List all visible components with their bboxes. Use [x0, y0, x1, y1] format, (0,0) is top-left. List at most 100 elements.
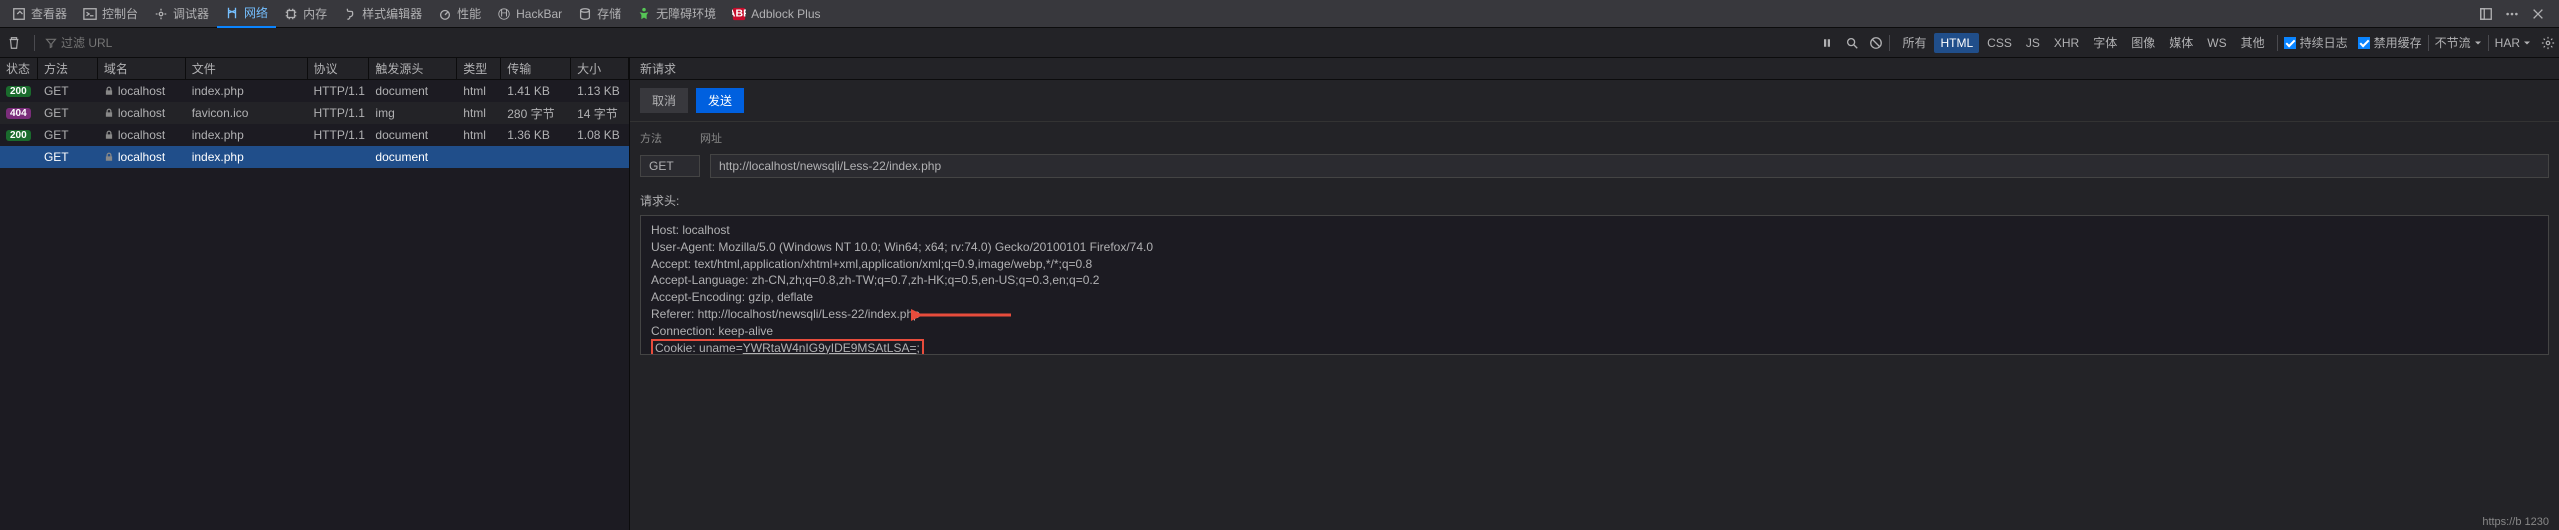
- filter-icon: [45, 37, 57, 49]
- tab-label: Adblock Plus: [751, 7, 820, 21]
- table-row[interactable]: 200GETlocalhostindex.phpHTTP/1.1document…: [0, 80, 629, 102]
- col-size[interactable]: 大小: [571, 58, 629, 79]
- persist-log-label: 持续日志: [2300, 34, 2348, 51]
- method-input[interactable]: [640, 155, 700, 177]
- lock-icon: [104, 108, 114, 118]
- tab-label: HackBar: [516, 7, 562, 21]
- col-type[interactable]: 类型: [457, 58, 501, 79]
- tab-label: 性能: [457, 5, 481, 22]
- filter-type-ws[interactable]: WS: [2201, 33, 2232, 53]
- col-initiator[interactable]: 触发源头: [369, 58, 457, 79]
- header-line: Connection: keep-alive: [651, 323, 2538, 340]
- request-editor-title: 新请求: [630, 58, 2559, 80]
- storage-icon: [578, 7, 592, 21]
- network-tab[interactable]: 网络: [217, 0, 276, 28]
- cookie-label: Cookie: uname=: [655, 341, 743, 355]
- filter-type-all[interactable]: 所有: [1896, 31, 1932, 54]
- gear-icon[interactable]: [2541, 36, 2555, 50]
- filter-bar: 所有 HTML CSS JS XHR 字体 图像 媒体 WS 其他 持续日志 禁…: [0, 28, 2559, 58]
- filter-type-img[interactable]: 图像: [2125, 31, 2161, 54]
- har-label: HAR: [2495, 36, 2520, 50]
- more-button[interactable]: [2503, 5, 2521, 23]
- header-line: User-Agent: Mozilla/5.0 (Windows NT 10.0…: [651, 239, 2538, 256]
- lock-icon: [104, 152, 114, 162]
- performance-icon: [438, 7, 452, 21]
- tab-label: 存储: [597, 5, 621, 22]
- cancel-button[interactable]: 取消: [640, 88, 688, 113]
- throttle-select[interactable]: 不节流: [2435, 34, 2482, 51]
- status-url: https://b 1230: [2482, 516, 2549, 528]
- block-icon[interactable]: [1869, 36, 1883, 50]
- devtools-toolbar: 查看器 控制台 调试器 网络 内存 样式编辑器 性能 H HackBar 存储 …: [0, 0, 2559, 28]
- style-editor-tab[interactable]: 样式编辑器: [335, 0, 430, 28]
- inspector-icon: [12, 7, 26, 21]
- clear-button[interactable]: [4, 33, 24, 53]
- filter-type-js[interactable]: JS: [2020, 33, 2046, 53]
- tab-label: 网络: [244, 4, 268, 21]
- inspector-tab[interactable]: 查看器: [4, 0, 75, 28]
- chevron-down-icon: [2474, 39, 2482, 47]
- disable-cache-label: 禁用缓存: [2374, 34, 2422, 51]
- disable-cache-checkbox[interactable]: 禁用缓存: [2358, 34, 2422, 51]
- debugger-icon: [154, 7, 168, 21]
- filter-type-media[interactable]: 媒体: [2163, 31, 2199, 54]
- persist-log-checkbox[interactable]: 持续日志: [2284, 34, 2348, 51]
- headers-textarea[interactable]: Host: localhostUser-Agent: Mozilla/5.0 (…: [640, 215, 2549, 355]
- network-icon: [225, 6, 239, 20]
- header-line: Accept-Language: zh-CN,zh;q=0.8,zh-TW;q=…: [651, 272, 2538, 289]
- filter-type-font[interactable]: 字体: [2087, 31, 2123, 54]
- filter-type-other[interactable]: 其他: [2235, 31, 2271, 54]
- console-tab[interactable]: 控制台: [75, 0, 146, 28]
- header-line: Accept-Encoding: gzip, deflate: [651, 289, 2538, 306]
- hackbar-tab[interactable]: H HackBar: [489, 0, 570, 28]
- url-input[interactable]: [710, 154, 2549, 178]
- abp-icon: ABP: [732, 7, 746, 21]
- har-menu[interactable]: HAR: [2495, 36, 2531, 50]
- send-button[interactable]: 发送: [696, 88, 744, 113]
- pause-icon[interactable]: [1821, 37, 1833, 49]
- dock-button[interactable]: [2477, 5, 2495, 23]
- table-row[interactable]: 404GETlocalhostfavicon.icoHTTP/1.1imghtm…: [0, 102, 629, 124]
- tab-label: 调试器: [173, 5, 209, 22]
- table-row[interactable]: GETlocalhostindex.phpdocument: [0, 146, 629, 168]
- lock-icon: [104, 130, 114, 140]
- debugger-tab[interactable]: 调试器: [146, 0, 217, 28]
- tab-label: 样式编辑器: [362, 5, 422, 22]
- tab-label: 无障碍环境: [656, 5, 716, 22]
- table-row[interactable]: 200GETlocalhostindex.phpHTTP/1.1document…: [0, 124, 629, 146]
- filter-type-html[interactable]: HTML: [1934, 33, 1979, 53]
- svg-text:H: H: [500, 7, 508, 19]
- lock-icon: [104, 86, 114, 96]
- filter-type-xhr[interactable]: XHR: [2048, 33, 2085, 53]
- table-header: 状态 方法 域名 文件 协议 触发源头 类型 传输 大小: [0, 58, 629, 80]
- filter-input-wrap: [45, 36, 181, 50]
- header-line: Referer: http://localhost/newsqli/Less-2…: [651, 306, 2538, 323]
- performance-tab[interactable]: 性能: [430, 0, 489, 28]
- adblock-tab[interactable]: ABP Adblock Plus: [724, 0, 828, 28]
- filter-url-input[interactable]: [61, 36, 181, 50]
- col-status[interactable]: 状态: [0, 58, 38, 79]
- style-icon: [343, 7, 357, 21]
- accessibility-icon: [637, 7, 651, 21]
- headers-section-title: 请求头:: [630, 186, 2559, 215]
- col-transferred[interactable]: 传输: [501, 58, 571, 79]
- close-button[interactable]: [2529, 5, 2547, 23]
- tab-label: 查看器: [31, 5, 67, 22]
- col-protocol[interactable]: 协议: [308, 58, 370, 79]
- accessibility-tab[interactable]: 无障碍环境: [629, 0, 724, 28]
- hackbar-icon: H: [497, 7, 511, 21]
- storage-tab[interactable]: 存储: [570, 0, 629, 28]
- header-line: Host: localhost: [651, 222, 2538, 239]
- tab-label: 控制台: [102, 5, 138, 22]
- console-icon: [83, 7, 97, 21]
- cookie-value: YWRtaW4nIG9yIDE9MSAtLSA=: [743, 341, 917, 355]
- method-label: 方法: [640, 130, 690, 146]
- header-line: Accept: text/html,application/xhtml+xml,…: [651, 256, 2538, 273]
- chevron-down-icon: [2523, 39, 2531, 47]
- col-file[interactable]: 文件: [186, 58, 308, 79]
- col-domain[interactable]: 域名: [98, 58, 186, 79]
- search-icon[interactable]: [1845, 36, 1859, 50]
- memory-tab[interactable]: 内存: [276, 0, 335, 28]
- col-method[interactable]: 方法: [38, 58, 98, 79]
- filter-type-css[interactable]: CSS: [1981, 33, 2018, 53]
